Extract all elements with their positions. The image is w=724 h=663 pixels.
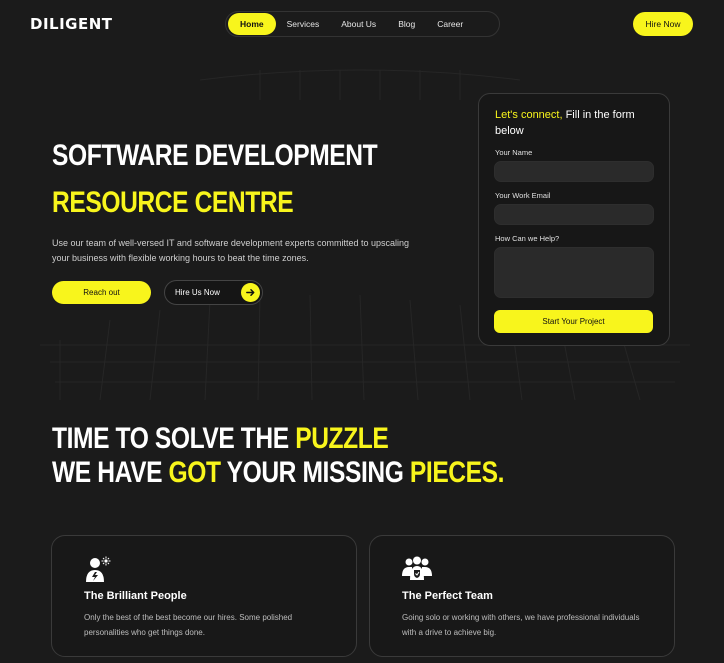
- hero-title-line1: SOFTWARE DEVELOPMENT: [52, 139, 378, 172]
- hero-title-line2: RESOURCE CENTRE: [52, 186, 294, 219]
- form-title-highlight: Let's connect,: [495, 109, 563, 121]
- arrow-right-icon: [241, 283, 260, 302]
- team-icon: [402, 556, 432, 584]
- hero-description: Use our team of well-versed IT and softw…: [52, 238, 410, 263]
- help-textarea[interactable]: [494, 247, 654, 298]
- card-description: Only the best of the best become our hir…: [84, 613, 293, 637]
- contact-form: Let's connect, Fill in the form below Yo…: [478, 93, 670, 346]
- help-label: How Can we Help?: [495, 234, 560, 243]
- start-project-button[interactable]: Start Your Project: [494, 310, 653, 333]
- form-title: Let's connect, Fill in the form below: [495, 107, 665, 139]
- brilliant-person-icon: [84, 556, 112, 584]
- feature-card-perfect-team: The Perfect Team Going solo or working w…: [369, 535, 675, 657]
- card-title: The Brilliant People: [84, 590, 187, 602]
- nav-item-about-us[interactable]: About Us: [330, 13, 387, 35]
- puzzle-line1: TIME TO SOLVE THE PUZZLE: [52, 422, 504, 456]
- name-field[interactable]: [494, 161, 654, 182]
- email-label: Your Work Email: [495, 191, 551, 200]
- logo[interactable]: DILIGENT: [30, 15, 113, 33]
- hire-us-now-label: Hire Us Now: [175, 288, 220, 297]
- card-title: The Perfect Team: [402, 590, 493, 602]
- name-label: Your Name: [495, 148, 533, 157]
- nav-item-blog[interactable]: Blog: [387, 13, 426, 35]
- nav-item-home[interactable]: Home: [228, 13, 276, 35]
- puzzle-heading: TIME TO SOLVE THE PUZZLE WE HAVE GOT YOU…: [52, 422, 504, 490]
- puzzle-line2-c: YOUR MISSING: [220, 456, 410, 489]
- card-description: Going solo or working with others, we ha…: [402, 613, 640, 637]
- puzzle-line1-b: PUZZLE: [295, 422, 389, 455]
- puzzle-line2-a: WE HAVE: [52, 456, 169, 489]
- puzzle-line1-a: TIME TO SOLVE THE: [52, 422, 296, 455]
- hire-us-now-button[interactable]: Hire Us Now: [164, 280, 263, 305]
- main-nav: Home Services About Us Blog Career: [225, 11, 500, 37]
- email-field[interactable]: [494, 204, 654, 225]
- puzzle-line2-b: GOT: [168, 456, 221, 489]
- nav-item-services[interactable]: Services: [276, 13, 331, 35]
- puzzle-line2: WE HAVE GOT YOUR MISSING PIECES.: [52, 456, 504, 490]
- reach-out-button[interactable]: Reach out: [52, 281, 151, 304]
- puzzle-line2-d: PIECES.: [409, 456, 505, 489]
- hire-now-button[interactable]: Hire Now: [633, 12, 693, 36]
- nav-item-career[interactable]: Career: [426, 13, 474, 35]
- feature-card-brilliant-people: The Brilliant People Only the best of th…: [51, 535, 357, 657]
